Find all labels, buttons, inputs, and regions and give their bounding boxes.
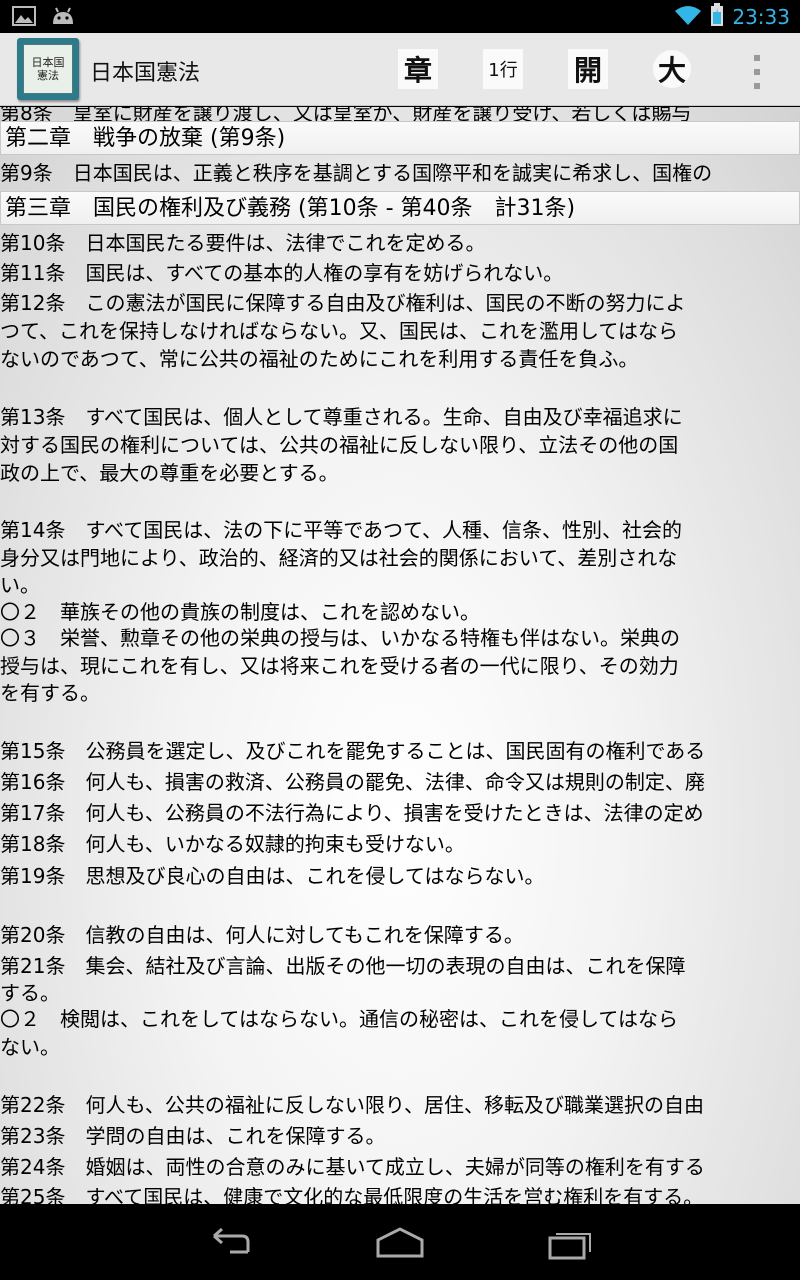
article-line: 第14条 すべて国民は、法の下に平等であつて、人種、信条、性別、社会的 [0, 518, 683, 542]
article-line: 〇２ 華族その他の貴族の制度は、これを認めない。 [0, 600, 480, 624]
one-line-button[interactable]: 1行 [483, 49, 523, 89]
article-line: を有する。 [0, 681, 100, 705]
overflow-menu-icon[interactable] [752, 55, 762, 89]
open-button[interactable]: 開 [568, 49, 608, 89]
article-line: ない。 [0, 1035, 60, 1059]
article-line: 第22条 何人も、公共の福祉に反しない限り、居住、移転及び職業選択の自由 [0, 1093, 705, 1117]
article-line: 第16条 何人も、損害の救済、公務員の罷免、法律、命令又は規則の制定、廃 [0, 770, 705, 794]
back-icon[interactable] [200, 1226, 260, 1260]
battery-icon [710, 3, 724, 31]
open-button-label: 開 [573, 54, 602, 87]
android-icon [50, 6, 76, 30]
article-line: 〇３ 栄誉、勲章その他の栄典の授与は、いかなる特権も伴はない。栄典の [0, 626, 680, 650]
article-line: 第12条 この憲法が国民に保障する自由及び権利は、国民の不断の努力によ [0, 291, 686, 315]
one-line-button-label: 1行 [488, 60, 518, 81]
app-icon[interactable]: 日本国憲法 [17, 38, 79, 100]
article-line: 〇２ 検閲は、これをしてはならない。通信の秘密は、これを侵してはなら [0, 1007, 678, 1031]
chapter-heading[interactable]: 第三章 国民の権利及び義務 (第10条 - 第40条 計31条) [0, 191, 800, 225]
action-bar: 日本国憲法 日本国憲法 章 1行 開 大 [0, 33, 800, 106]
chapter-button-label: 章 [403, 54, 432, 87]
article-line: 第18条 何人も、いかなる奴隷的拘束も受けない。 [0, 832, 465, 856]
article-line: 第11条 国民は、すべての基本的人権の享有を妨げられない。 [0, 261, 564, 285]
article-line: 第17条 何人も、公務員の不法行為により、損害を受けたときは、法律の定め [0, 801, 704, 825]
article-line: い。 [0, 573, 40, 597]
article-line: 第24条 婚姻は、両性の合意のみに基いて成立し、夫婦が同等の権利を有する [0, 1155, 705, 1179]
large-font-button[interactable]: 大 [653, 50, 691, 88]
large-font-button-label: 大 [657, 54, 686, 87]
article-line: 第25条 すべて国民は、健康で文化的な最低限度の生活を営む権利を有する。 [0, 1185, 704, 1204]
article-line: つて、これを保持しなければならない。又、国民は、これを濫用してはなら [0, 319, 678, 343]
article-line: する。 [0, 981, 60, 1005]
article-line: 第10条 日本国民たる要件は、法律でこれを定める。 [0, 231, 486, 255]
article-line: 第15条 公務員を選定し、及びこれを罷免することは、国民固有の権利である [0, 739, 706, 763]
clock: 23:33 [732, 5, 790, 29]
article-line: 第19条 思想及び良心の自由は、これを侵してはならない。 [0, 864, 545, 888]
wifi-icon [674, 4, 702, 30]
app-title: 日本国憲法 [90, 61, 201, 86]
chapter-heading[interactable]: 第二章 戦争の放棄 (第9条) [0, 121, 800, 155]
status-bar: 23:33 [0, 0, 800, 33]
article-line: 第13条 すべて国民は、個人として尊重される。生命、自由及び幸福追求に [0, 405, 683, 429]
home-icon[interactable] [370, 1226, 430, 1260]
app-icon-label: 日本国憲法 [31, 56, 65, 82]
image-notification-icon [12, 6, 36, 30]
recent-apps-icon[interactable] [540, 1226, 600, 1260]
constitution-text[interactable]: 第8条 皇室に財産を譲り渡し、又は皇室が、財産を譲り受け、若しくは賜与 第二章 戦… [0, 107, 800, 1204]
article-line: ないのであつて、常に公共の福祉のためにこれを利用する責任を負ふ。 [0, 347, 639, 371]
article-line: 第23条 学問の自由は、これを保障する。 [0, 1124, 386, 1148]
article-line: 政の上で、最大の尊重を必要とする。 [0, 461, 339, 485]
chapter-button[interactable]: 章 [398, 49, 438, 89]
navigation-bar [0, 1204, 800, 1280]
article-line: 身分又は門地により、政治的、経済的又は社会的関係において、差別されな [0, 546, 678, 570]
article-line: 第9条 日本国民は、正義と秩序を基調とする国際平和を誠実に希求し、国権の [0, 161, 713, 185]
article-line: 授与は、現にこれを有し、又は将来これを受ける者の一代に限り、その効力 [0, 654, 679, 678]
article-line: 第21条 集会、結社及び言論、出版その他一切の表現の自由は、これを保障 [0, 954, 686, 978]
article-line: 対する国民の権利については、公共の福祉に反しない限り、立法その他の国 [0, 433, 679, 457]
article-line: 第20条 信教の自由は、何人に対してもこれを保障する。 [0, 923, 524, 947]
